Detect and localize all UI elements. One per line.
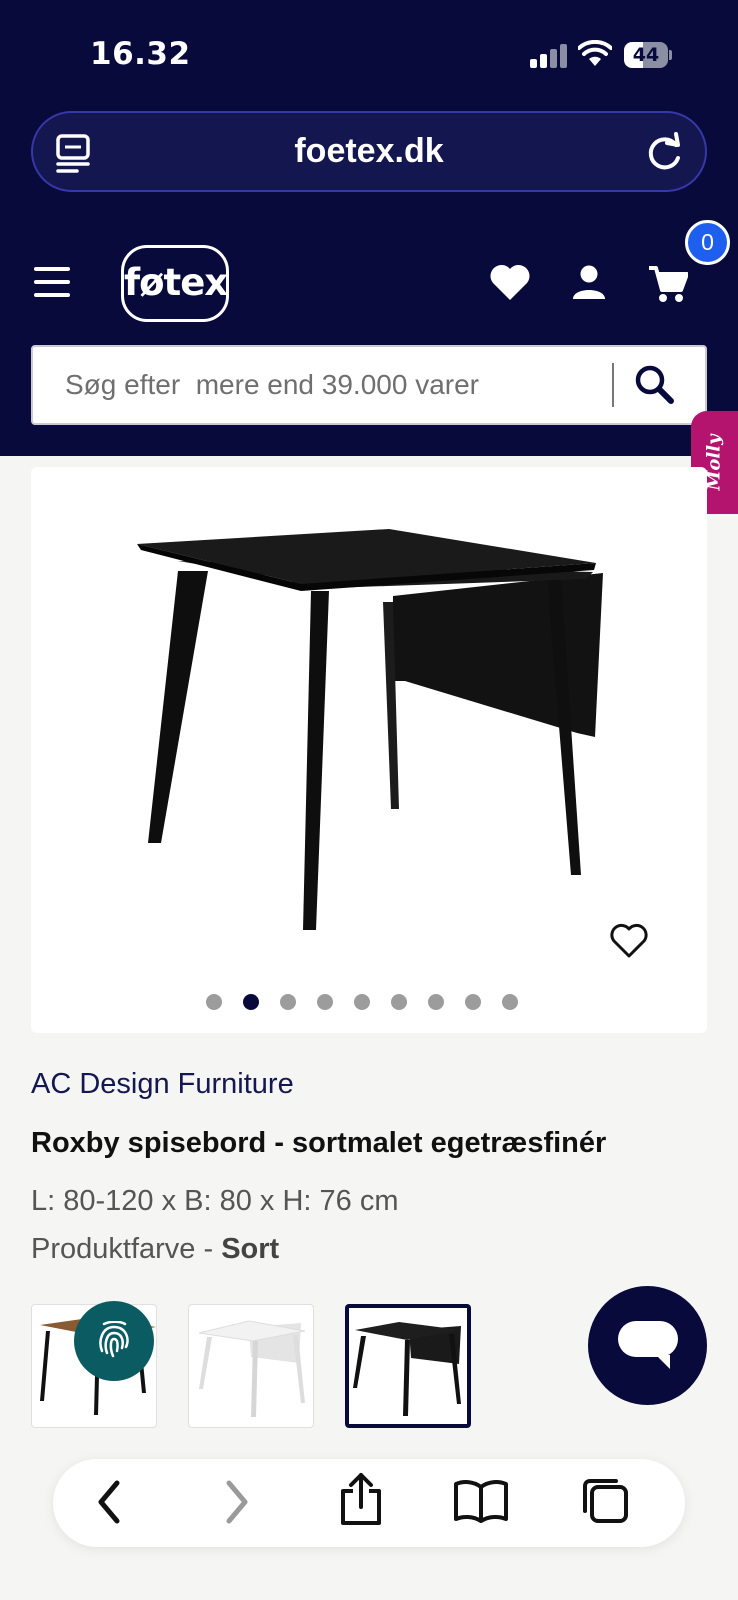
molly-label: Molly (704, 434, 726, 491)
gallery-pagination[interactable] (31, 994, 707, 1012)
favorite-heart-icon[interactable] (609, 923, 649, 964)
tabs-icon[interactable] (580, 1475, 630, 1530)
product-brand[interactable]: AC Design Furniture (31, 1068, 294, 1101)
forward-icon[interactable] (221, 1477, 253, 1532)
product-color-label: Produktfarve - (31, 1233, 222, 1265)
address-bar[interactable]: foetex.dk (31, 111, 707, 192)
fingerprint-icon (99, 1321, 129, 1358)
fingerprint-login-button[interactable] (74, 1301, 154, 1381)
status-time: 16.32 (90, 36, 191, 72)
gallery-dot[interactable] (354, 994, 370, 1010)
bookmarks-icon[interactable] (453, 1479, 509, 1530)
search-divider (612, 363, 614, 407)
product-image (137, 529, 603, 930)
battery-icon: 44 (624, 42, 672, 68)
favorites-icon[interactable] (489, 263, 531, 306)
search-icon[interactable] (633, 363, 677, 412)
gallery-dot[interactable] (502, 994, 518, 1010)
wifi-icon (577, 39, 613, 68)
variant-thumb-black[interactable] (345, 1304, 471, 1428)
battery-level: 44 (632, 44, 660, 66)
account-icon[interactable] (571, 264, 607, 305)
gallery-dot[interactable] (243, 994, 259, 1010)
gallery-dot[interactable] (280, 994, 296, 1010)
cart-icon[interactable] (648, 264, 689, 309)
product-dimensions: L: 80-120 x B: 80 x H: 76 cm (31, 1185, 399, 1217)
gallery-dot[interactable] (206, 994, 222, 1010)
chat-button[interactable] (588, 1286, 707, 1405)
gallery-dot[interactable] (465, 994, 481, 1010)
back-icon[interactable] (93, 1477, 125, 1532)
foetex-logo[interactable]: føtex (121, 245, 229, 322)
search-input[interactable] (65, 347, 625, 423)
share-icon[interactable] (339, 1471, 383, 1532)
gallery-dot[interactable] (317, 994, 333, 1010)
gallery-dot[interactable] (391, 994, 407, 1010)
cellular-signal-icon (530, 44, 568, 68)
chat-bubble-icon (618, 1321, 678, 1369)
search-bar (31, 345, 707, 425)
site-header: 16.32 44 foetex.dk føtex 0 Søg efter mer… (0, 0, 738, 456)
product-gallery[interactable] (31, 467, 707, 1033)
url-text: foetex.dk (294, 132, 444, 170)
product-color: Produktfarve - Sort (31, 1233, 279, 1266)
product-title: Roxby spisebord - sortmalet egetræsfinér (31, 1127, 607, 1159)
gallery-dot[interactable] (428, 994, 444, 1010)
menu-icon[interactable] (34, 267, 70, 297)
cart-count-badge: 0 (685, 220, 730, 265)
reload-icon[interactable] (645, 131, 685, 178)
variant-thumb-white[interactable] (188, 1304, 314, 1428)
browser-toolbar (53, 1459, 685, 1547)
product-color-value: Sort (221, 1233, 280, 1265)
